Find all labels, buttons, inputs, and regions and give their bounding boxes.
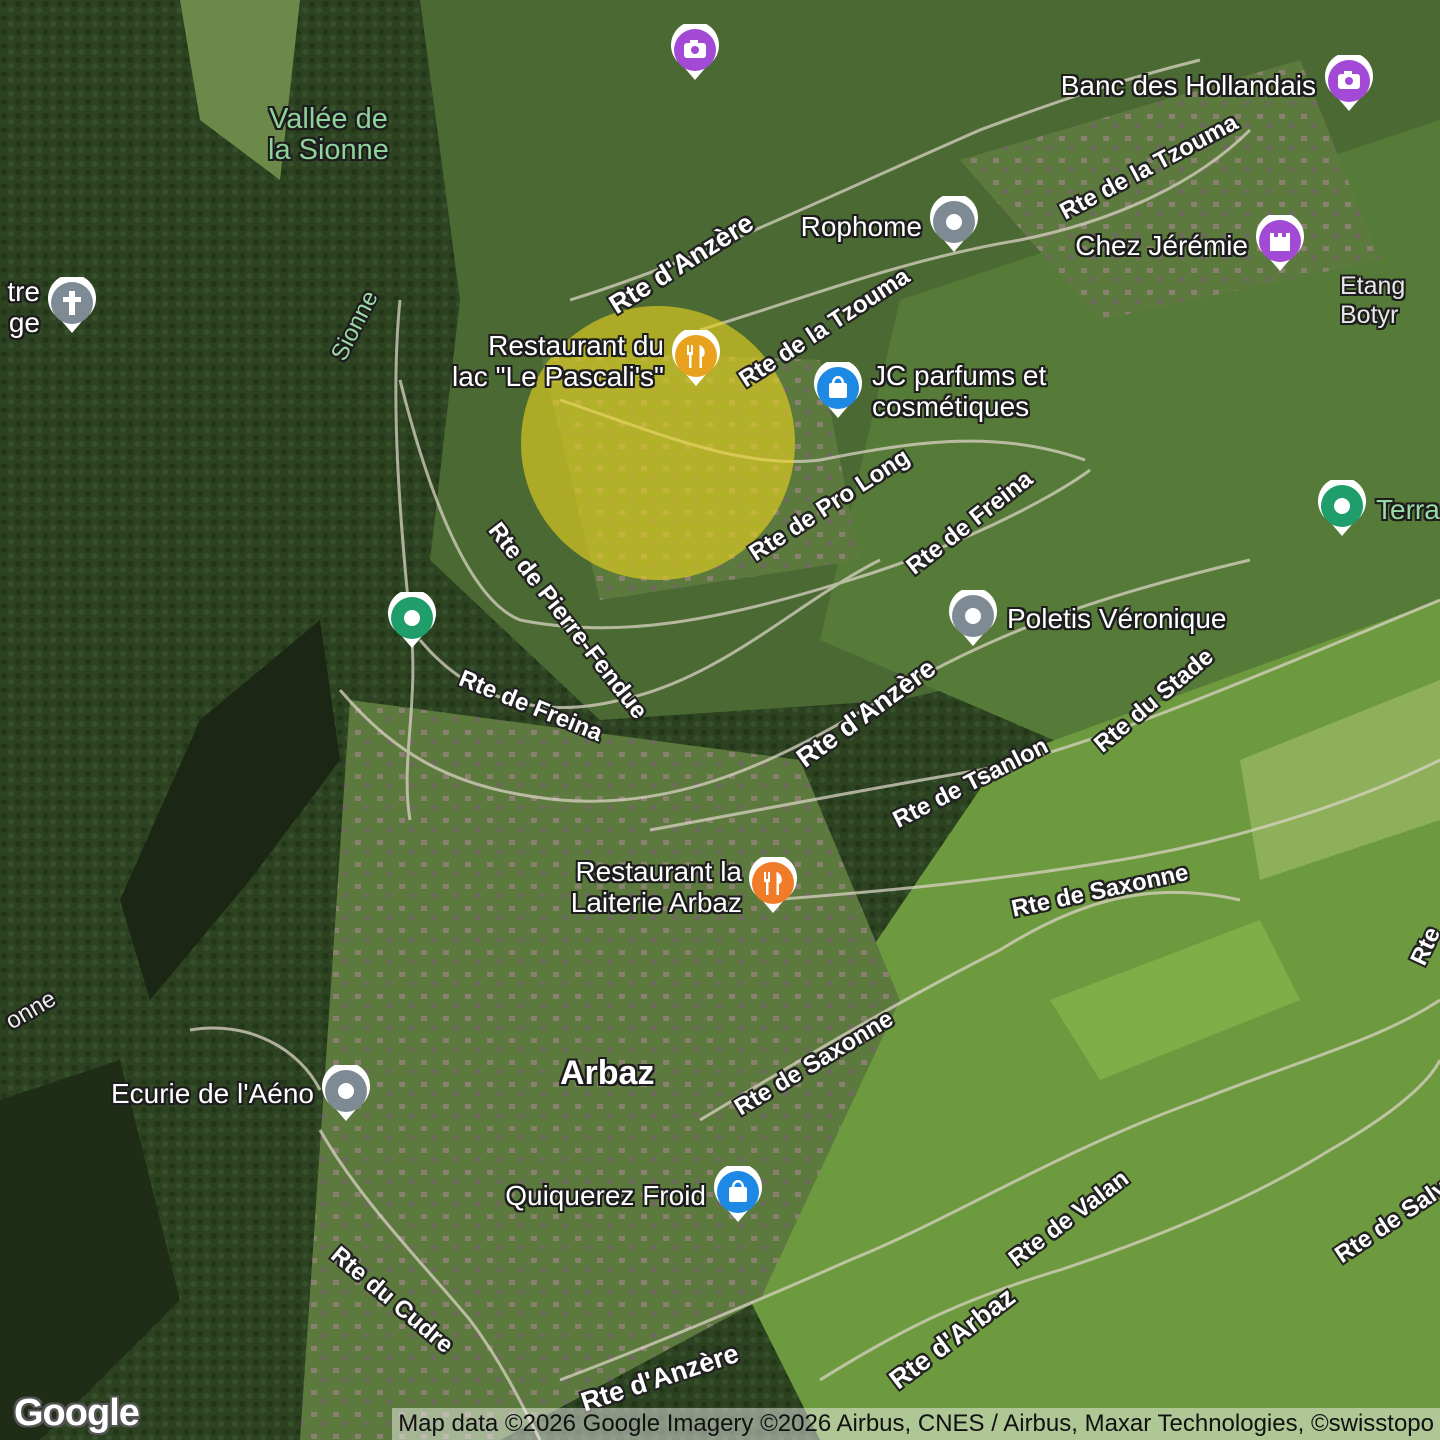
camera-icon <box>671 24 719 80</box>
region-label-vallee: Vallée de la Sionne <box>268 103 389 166</box>
place-dot-icon <box>322 1065 370 1121</box>
shopping-bag-icon <box>814 362 862 418</box>
map-attribution[interactable]: Map data ©2026 Google Imagery ©2026 Airb… <box>392 1408 1440 1440</box>
cross-icon <box>48 277 96 333</box>
place-dot-icon <box>930 196 978 252</box>
poi-label: tre ge <box>7 276 40 338</box>
place-dot-icon <box>388 592 436 648</box>
google-logo: Google <box>14 1392 140 1434</box>
poi-label: Ecurie de l'Aéno <box>110 1078 314 1109</box>
poi-label: Quiquerez Froid <box>505 1180 706 1211</box>
castle-icon <box>1256 215 1304 271</box>
camera-icon <box>1325 55 1373 111</box>
place-dot-icon <box>949 590 997 646</box>
poi-label: Poletis Véronique <box>1007 603 1227 634</box>
fork-knife-icon <box>672 330 720 386</box>
poi-label: JC parfums et cosmétiques <box>872 360 1047 422</box>
map-canvas[interactable]: Vallée de la Sionne Sionne onne Etang Bo… <box>0 0 1440 1440</box>
poi-label: Chez Jérémie <box>1075 230 1248 261</box>
poi-label: Terra <box>1376 494 1440 525</box>
lake-label-etang: Etang Botyr <box>1340 272 1406 329</box>
satellite-imagery <box>0 0 1440 1440</box>
poi-label: Restaurant la Laiterie Arbaz <box>570 856 742 918</box>
fork-knife-icon <box>749 857 797 913</box>
place-dot-icon <box>1318 480 1366 536</box>
shopping-bag-icon <box>714 1166 762 1222</box>
poi-label: Restaurant du lac "Le Pascali's" <box>452 330 664 392</box>
poi-label: Banc des Hollandais <box>1060 70 1316 101</box>
poi-label: Rophome <box>800 211 922 242</box>
town-label-arbaz[interactable]: Arbaz <box>560 1056 654 1090</box>
